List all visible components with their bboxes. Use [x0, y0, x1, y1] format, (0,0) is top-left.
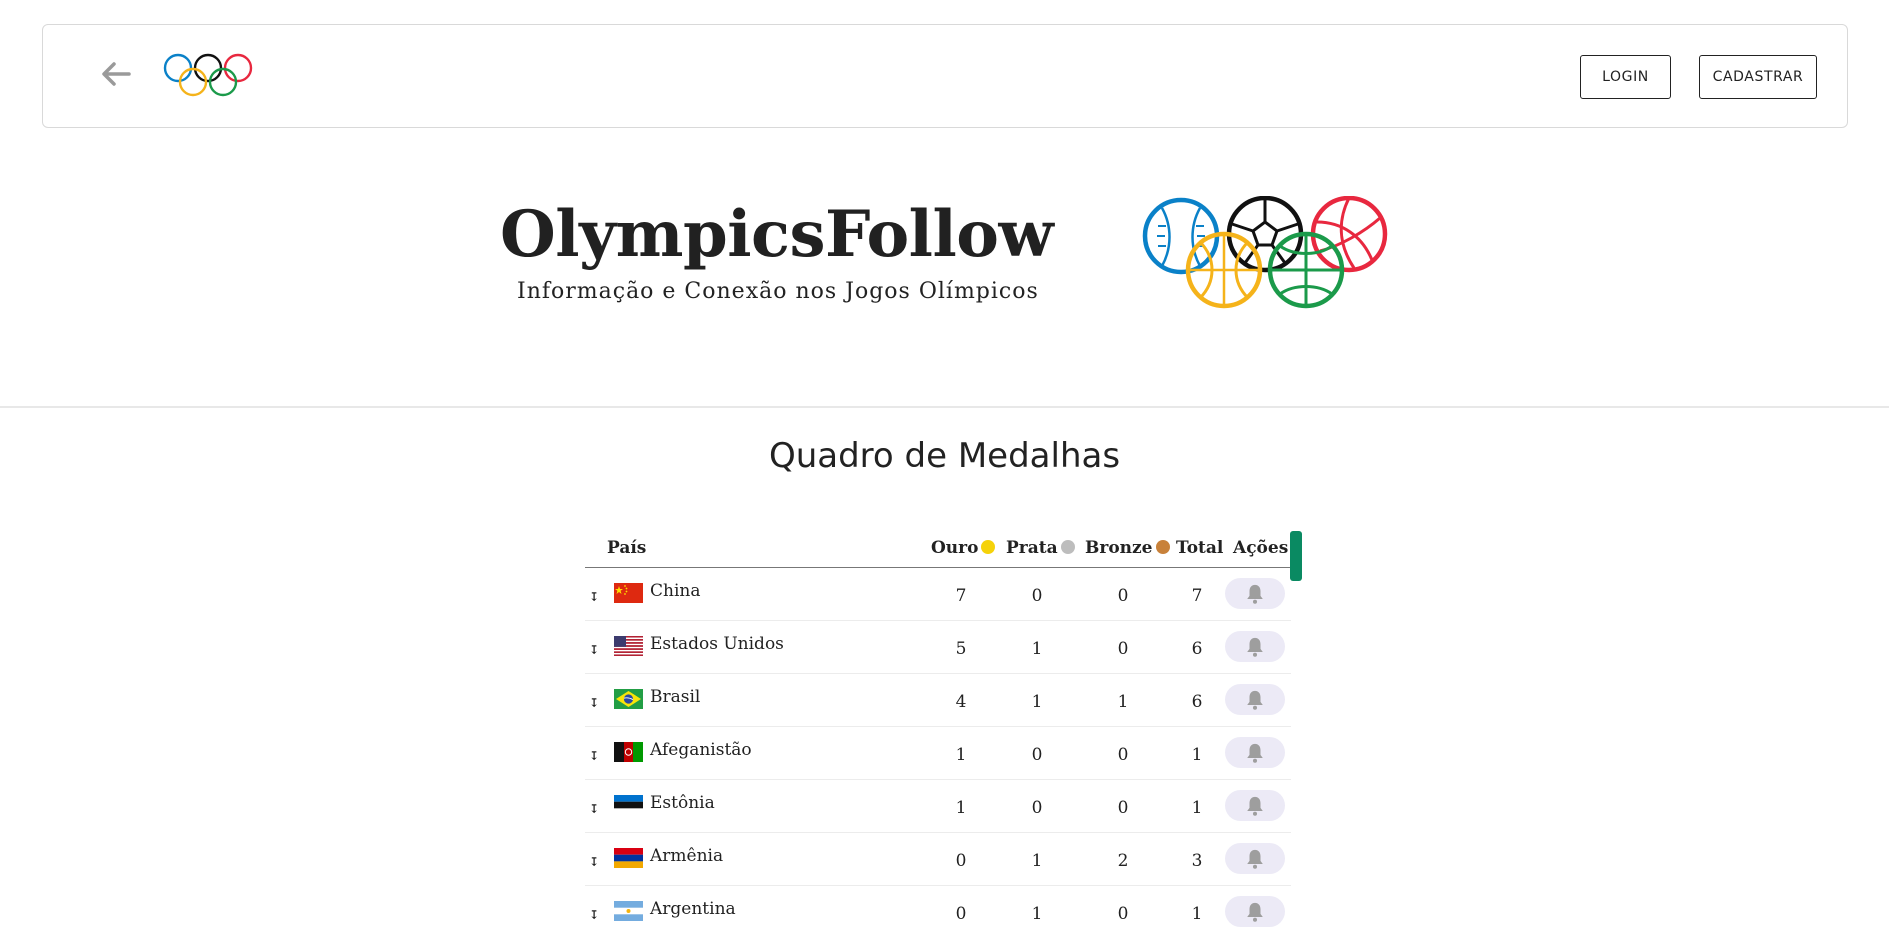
signup-button[interactable]: CADASTRAR — [1699, 55, 1817, 99]
top-navbar: LOGIN CADASTRAR — [42, 24, 1848, 128]
gold-medal-icon — [981, 540, 996, 554]
bell-icon — [1244, 742, 1266, 764]
notify-bell-button[interactable] — [1225, 790, 1285, 821]
section-divider — [0, 406, 1889, 408]
brand-title: OlympicsFollow — [500, 197, 1054, 272]
expand-arrow-icon[interactable]: ↧ — [589, 802, 599, 816]
column-actions: Ações — [1233, 538, 1289, 558]
notify-bell-button[interactable] — [1225, 578, 1285, 609]
medals-section-title: Quadro de Medalhas — [768, 436, 1121, 476]
silver-medal-icon — [1060, 540, 1075, 554]
bronze-count: 2 — [1117, 851, 1129, 871]
bronze-count: 0 — [1117, 639, 1129, 659]
country-name: Afeganistão — [650, 740, 752, 760]
medals-table: País Ouro Prata Bronze Total Ações ↧ Chin… — [585, 530, 1291, 932]
bronze-medal-icon — [1155, 540, 1170, 554]
table-row: ↧ Brasil 4 1 1 6 — [585, 674, 1291, 727]
country-name: Estônia — [650, 793, 715, 813]
notify-bell-button[interactable] — [1225, 843, 1285, 874]
arrow-left-icon[interactable] — [101, 61, 131, 87]
gold-count: 5 — [955, 639, 967, 659]
expand-arrow-icon[interactable]: ↧ — [589, 749, 599, 763]
afghanistan-flag-icon — [614, 742, 643, 762]
gold-count: 0 — [955, 851, 967, 871]
silver-count: 1 — [1031, 639, 1043, 659]
estonia-flag-icon — [614, 795, 643, 815]
bronze-count: 0 — [1117, 586, 1129, 606]
argentina-flag-icon — [614, 901, 643, 921]
table-body: ↧ China 7 0 0 7 ↧ Estados Unidos 5 1 0 6 ↧ Brasil 4 1 1 6… — [585, 568, 1291, 932]
bell-icon — [1244, 636, 1266, 658]
table-row: ↧ Estados Unidos 5 1 0 6 — [585, 621, 1291, 674]
bell-icon — [1244, 848, 1266, 870]
column-country[interactable]: País — [607, 538, 646, 558]
gold-count: 1 — [955, 798, 967, 818]
gold-count: 4 — [955, 692, 967, 712]
table-row: ↧ China 7 0 0 7 — [585, 568, 1291, 621]
sport-balls-rings-icon — [1142, 195, 1392, 317]
total-count: 1 — [1191, 745, 1203, 765]
table-header: País Ouro Prata Bronze Total Ações — [585, 530, 1291, 568]
expand-arrow-icon[interactable]: ↧ — [589, 696, 599, 710]
gold-count: 0 — [955, 904, 967, 924]
column-silver[interactable]: Prata — [1006, 538, 1075, 558]
silver-count: 1 — [1031, 692, 1043, 712]
notify-bell-button[interactable] — [1225, 631, 1285, 662]
total-count: 3 — [1191, 851, 1203, 871]
total-count: 1 — [1191, 798, 1203, 818]
gold-count: 7 — [955, 586, 967, 606]
country-name: Brasil — [650, 687, 701, 707]
bell-icon — [1244, 689, 1266, 711]
country-name: China — [650, 581, 701, 601]
silver-count: 1 — [1031, 904, 1043, 924]
notify-bell-button[interactable] — [1225, 896, 1285, 927]
total-count: 7 — [1191, 586, 1203, 606]
total-count: 1 — [1191, 904, 1203, 924]
column-bronze-label: Bronze — [1085, 538, 1153, 558]
bronze-count: 0 — [1117, 745, 1129, 765]
china-flag-icon — [614, 583, 643, 603]
bell-icon — [1244, 795, 1266, 817]
bronze-count: 0 — [1117, 798, 1129, 818]
table-row: ↧ Argentina 0 1 0 1 — [585, 886, 1291, 932]
silver-count: 0 — [1031, 798, 1043, 818]
table-scrollbar[interactable] — [1290, 531, 1302, 581]
country-name: Argentina — [650, 899, 736, 919]
expand-arrow-icon[interactable]: ↧ — [589, 643, 599, 657]
table-row: ↧ Afeganistão 1 0 0 1 — [585, 727, 1291, 780]
expand-arrow-icon[interactable]: ↧ — [589, 590, 599, 604]
column-gold[interactable]: Ouro — [931, 538, 996, 558]
column-total[interactable]: Total — [1176, 538, 1223, 558]
bronze-count: 0 — [1117, 904, 1129, 924]
notify-bell-button[interactable] — [1225, 737, 1285, 768]
silver-count: 0 — [1031, 586, 1043, 606]
notify-bell-button[interactable] — [1225, 684, 1285, 715]
silver-count: 1 — [1031, 851, 1043, 871]
olympic-rings-icon[interactable] — [163, 53, 255, 102]
brand-subtitle: Informação e Conexão nos Jogos Olímpicos — [517, 279, 1039, 304]
table-row: ↧ Estônia 1 0 0 1 — [585, 780, 1291, 833]
column-bronze[interactable]: Bronze — [1085, 538, 1170, 558]
total-count: 6 — [1191, 692, 1203, 712]
silver-count: 0 — [1031, 745, 1043, 765]
column-silver-label: Prata — [1006, 538, 1058, 558]
brazil-flag-icon — [614, 689, 643, 709]
total-count: 6 — [1191, 639, 1203, 659]
login-button[interactable]: LOGIN — [1580, 55, 1671, 99]
country-name: Armênia — [650, 846, 724, 866]
bronze-count: 1 — [1117, 692, 1129, 712]
expand-arrow-icon[interactable]: ↧ — [589, 908, 599, 922]
bell-icon — [1244, 901, 1266, 923]
gold-count: 1 — [955, 745, 967, 765]
bell-icon — [1244, 583, 1266, 605]
armenia-flag-icon — [614, 848, 643, 868]
table-row: ↧ Armênia 0 1 2 3 — [585, 833, 1291, 886]
usa-flag-icon — [614, 636, 643, 656]
column-gold-label: Ouro — [931, 538, 979, 558]
expand-arrow-icon[interactable]: ↧ — [589, 855, 599, 869]
country-name: Estados Unidos — [650, 634, 784, 654]
